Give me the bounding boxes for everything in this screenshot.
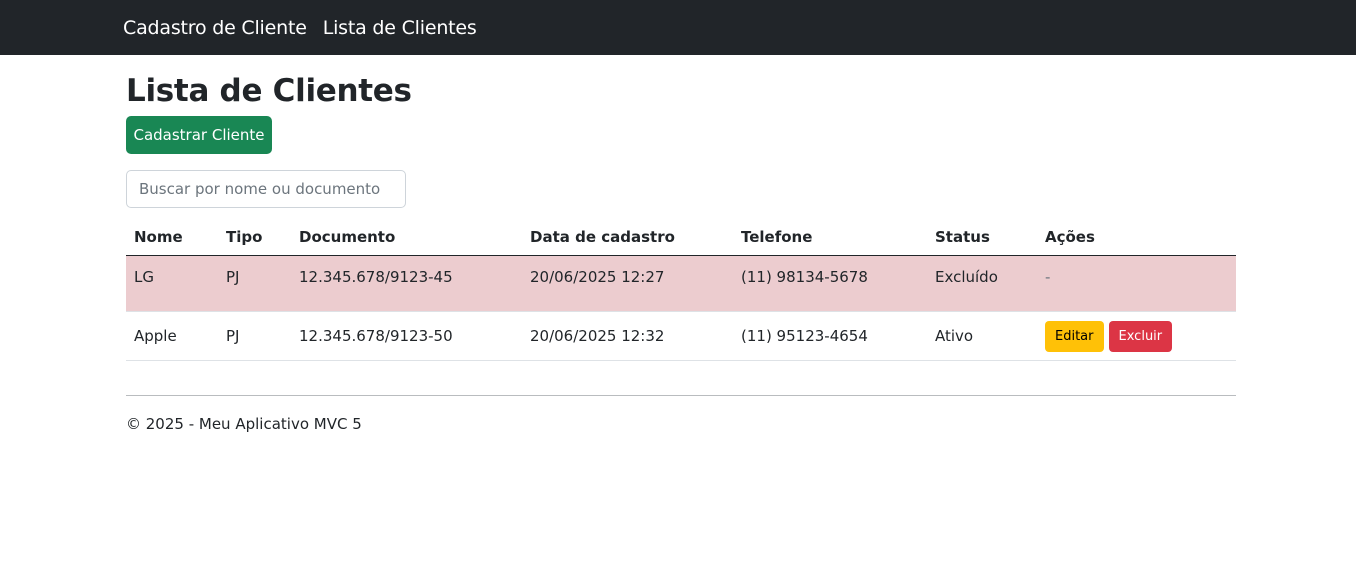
header-documento: Documento	[291, 218, 522, 256]
cell-status: Excluído	[927, 255, 1037, 312]
header-telefone: Telefone	[733, 218, 927, 256]
cell-documento: 12.345.678/9123-50	[291, 311, 522, 361]
cell-telefone: (11) 95123-4654	[733, 311, 927, 361]
cell-status: Ativo	[927, 311, 1037, 361]
footer-divider	[126, 395, 1236, 396]
cell-tipo: PJ	[218, 311, 291, 361]
header-tipo: Tipo	[218, 218, 291, 256]
delete-button[interactable]: Excluir	[1108, 320, 1173, 352]
page-title: Lista de Clientes	[126, 73, 412, 109]
cell-nome: LG	[126, 255, 218, 312]
table-row: Apple PJ 12.345.678/9123-50 20/06/2025 1…	[126, 311, 1236, 361]
clients-table: Nome Tipo Documento Data de cadastro Tel…	[126, 218, 1236, 361]
footer-text: © 2025 - Meu Aplicativo MVC 5	[126, 415, 362, 433]
register-client-button[interactable]: Cadastrar Cliente	[126, 116, 272, 154]
search-input[interactable]	[126, 170, 406, 208]
header-data-cadastro: Data de cadastro	[522, 218, 733, 256]
table-row: LG PJ 12.345.678/9123-45 20/06/2025 12:2…	[126, 255, 1236, 312]
cell-telefone: (11) 98134-5678	[733, 255, 927, 312]
header-acoes: Ações	[1037, 218, 1236, 256]
header-status: Status	[927, 218, 1037, 256]
cell-acoes: Editar Excluir	[1037, 311, 1236, 361]
cell-documento: 12.345.678/9123-45	[291, 255, 522, 312]
navbar: Cadastro de Cliente Lista de Clientes	[0, 0, 1356, 55]
cell-nome: Apple	[126, 311, 218, 361]
cell-acoes-none: -	[1037, 255, 1236, 312]
nav-link-client-list[interactable]: Lista de Clientes	[323, 17, 477, 39]
nav-brand-link[interactable]: Cadastro de Cliente	[123, 17, 307, 39]
edit-button[interactable]: Editar	[1045, 320, 1104, 352]
cell-data-cadastro: 20/06/2025 12:32	[522, 311, 733, 361]
header-nome: Nome	[126, 218, 218, 256]
cell-data-cadastro: 20/06/2025 12:27	[522, 255, 733, 312]
table-header-row: Nome Tipo Documento Data de cadastro Tel…	[126, 218, 1236, 256]
cell-tipo: PJ	[218, 255, 291, 312]
